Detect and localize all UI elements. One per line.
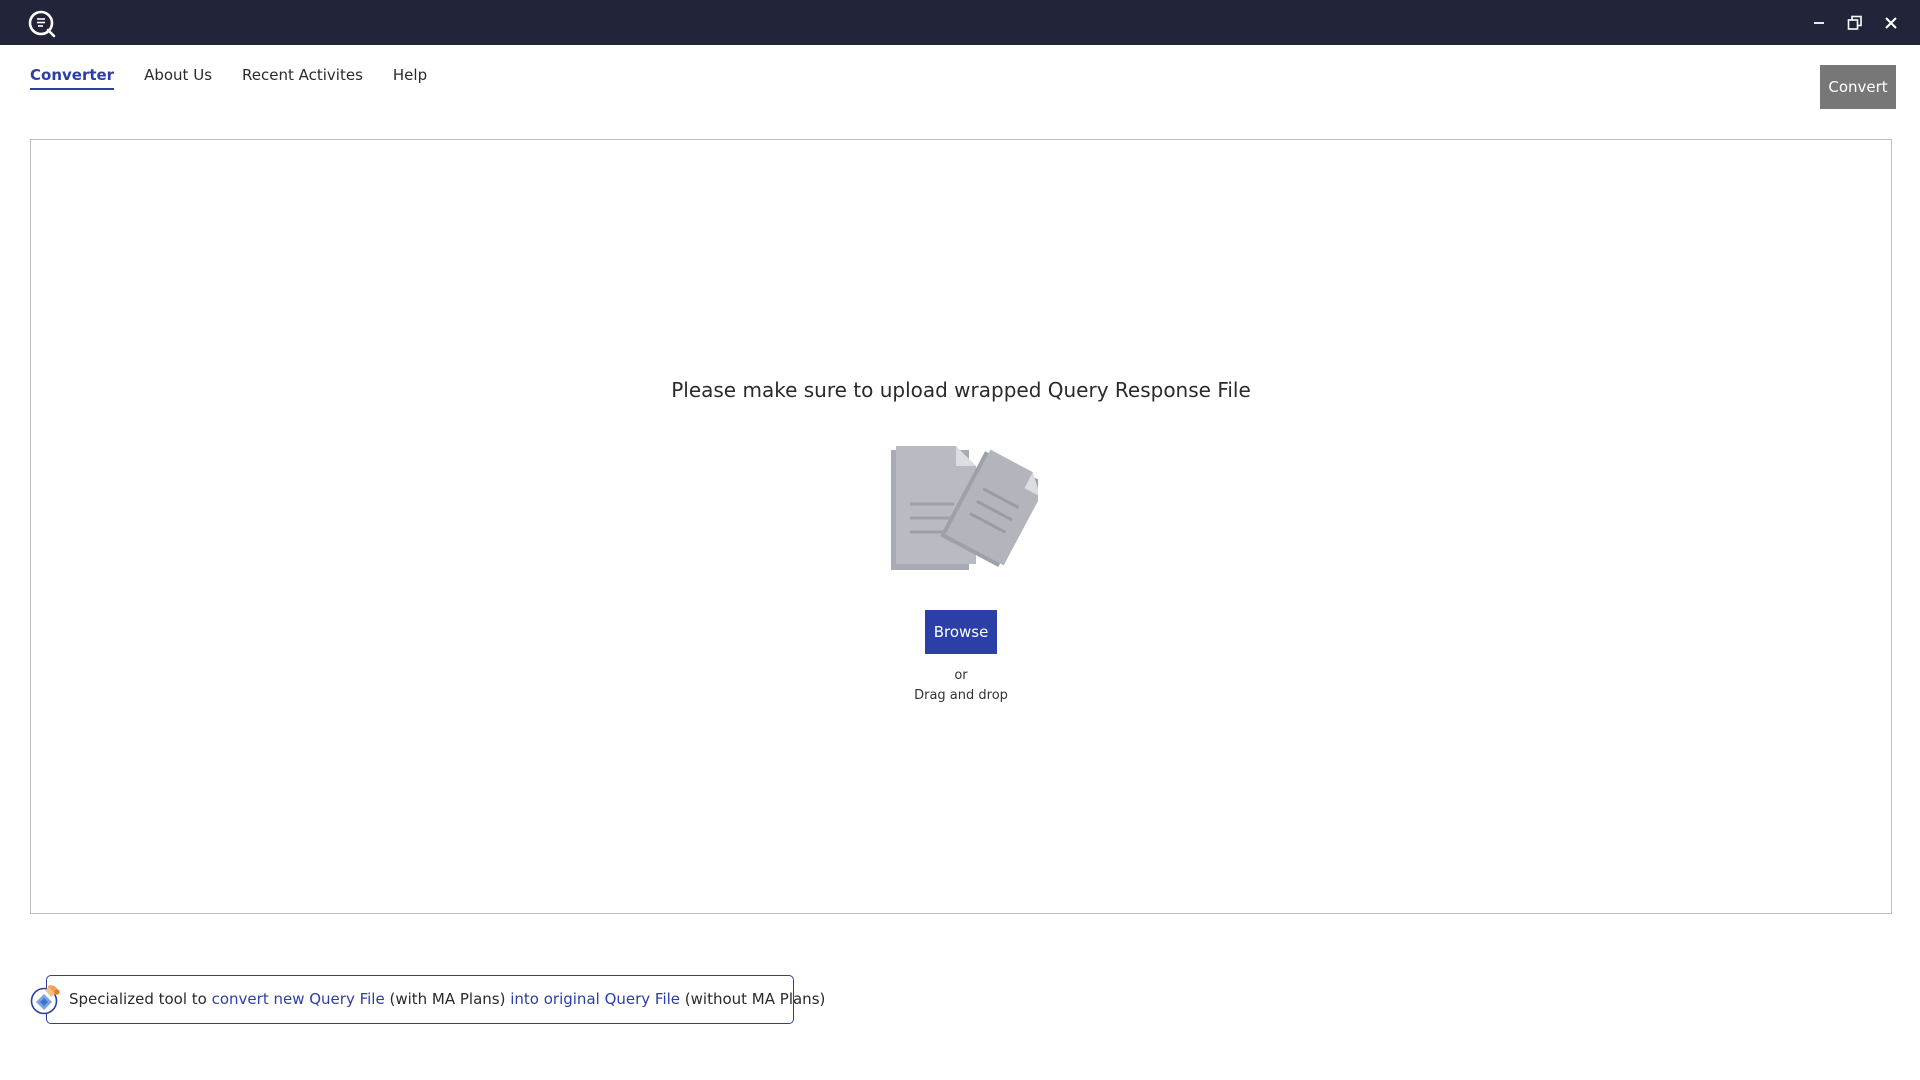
info-banner: Specialized tool to convert new Query Fi… [46,975,825,1024]
info-text: Specialized tool to convert new Query Fi… [69,990,825,1008]
upload-instruction: Please make sure to upload wrapped Query… [671,378,1251,402]
convert-new-query-file-link[interactable]: convert new Query File [212,990,385,1008]
tab-converter[interactable]: Converter [30,66,115,90]
tab-recent-activities[interactable]: Recent Activites [242,66,363,90]
title-bar [0,0,1920,45]
tool-badge-icon [30,985,60,1015]
minimize-button[interactable] [1804,8,1834,38]
minimize-icon [1814,22,1824,24]
query-logo-icon [28,10,56,38]
tab-about-us[interactable]: About Us [144,66,212,90]
tab-help[interactable]: Help [393,66,427,90]
info-text-part: Specialized tool to [69,990,212,1008]
close-icon [1885,17,1897,29]
info-text-part: (without MA Plans) [680,990,826,1008]
browse-button[interactable]: Browse [925,610,997,654]
drag-and-drop-label: Drag and drop [914,688,1008,703]
close-button[interactable] [1876,8,1906,38]
convert-button[interactable]: Convert [1820,65,1896,109]
main-nav: Converter About Us Recent Activites Help [30,66,427,90]
original-query-file-link[interactable]: into original Query File [510,990,680,1008]
file-drop-zone[interactable]: Please make sure to upload wrapped Query… [30,139,1892,914]
or-label: or [954,668,968,683]
restore-button[interactable] [1840,8,1870,38]
documents-icon [891,446,1038,570]
info-text-part: (with MA Plans) [384,990,511,1008]
restore-icon [1847,15,1862,30]
